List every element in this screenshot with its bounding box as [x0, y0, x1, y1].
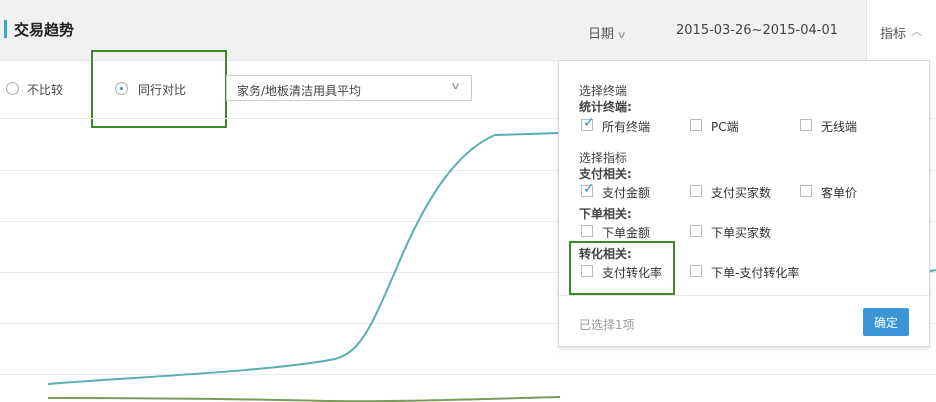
- checkbox-all-terminals[interactable]: ✓: [581, 115, 595, 131]
- checkbox-label: 支付金额: [602, 186, 651, 200]
- checkbox-avg-order[interactable]: [800, 185, 812, 197]
- check-icon: ✓: [583, 115, 595, 131]
- checkbox-wireless[interactable]: [800, 119, 812, 131]
- checkbox-label: 所有终端: [602, 120, 651, 134]
- terminal-section-title: 选择终端: [579, 84, 628, 98]
- annotation-highlight-conversion: [569, 241, 675, 295]
- checkbox-pay-buyers[interactable]: [690, 185, 702, 197]
- confirm-button[interactable]: 确定: [863, 308, 909, 336]
- checkbox-label: 下单-支付转化率: [711, 266, 800, 280]
- metric-section-title: 选择指标: [579, 151, 628, 165]
- group-title-order: 下单相关:: [579, 207, 632, 221]
- checkbox-label: 支付买家数: [711, 186, 772, 200]
- metric-panel: 选择终端 统计终端: ✓ 所有终端 PC端 无线端 选择指标 支付相关: ✓ 支…: [558, 60, 930, 347]
- checkbox-pay-amount[interactable]: ✓: [581, 181, 595, 197]
- checkbox-order-amount[interactable]: [581, 225, 593, 237]
- checkbox-order-pay-conversion[interactable]: [690, 265, 702, 277]
- checkbox-label: 无线端: [821, 120, 858, 134]
- checkbox-pc[interactable]: [690, 119, 702, 131]
- checkbox-order-buyers[interactable]: [690, 225, 702, 237]
- checkbox-label: 下单买家数: [711, 226, 772, 240]
- series-line-secondary: [47, 396, 561, 402]
- checkbox-label: PC端: [711, 120, 739, 134]
- panel-divider: [559, 295, 929, 296]
- selected-count: 已选择1项: [579, 318, 635, 332]
- check-icon: ✓: [583, 181, 595, 197]
- checkbox-label: 客单价: [821, 186, 858, 200]
- checkbox-label: 下单金额: [602, 226, 651, 240]
- group-title-payment: 支付相关:: [579, 167, 632, 181]
- series-line-primary: [47, 132, 561, 385]
- terminal-group-title: 统计终端:: [579, 100, 632, 114]
